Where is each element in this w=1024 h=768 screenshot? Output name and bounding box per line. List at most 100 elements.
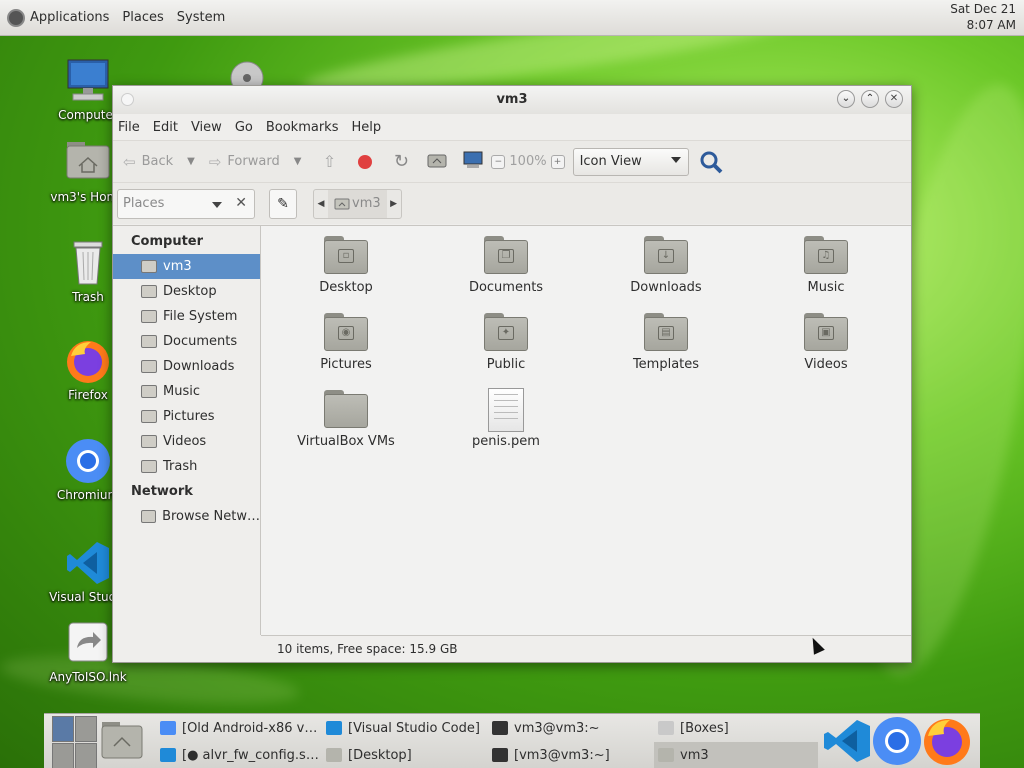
show-desktop-button[interactable] <box>100 720 144 760</box>
sidebar-item-label: File System <box>163 309 238 324</box>
stop-button[interactable] <box>353 150 377 174</box>
breadcrumb-vm3[interactable]: vm3 <box>328 189 387 218</box>
file-item-penis-pem[interactable]: penis.pem <box>426 388 586 467</box>
close-sidebar-icon[interactable]: ✕ <box>235 195 247 211</box>
sidebar-item-desktop[interactable]: Desktop <box>113 279 260 304</box>
window-menu-button[interactable] <box>121 93 134 106</box>
sidebar-item-browse-network[interactable]: Browse Netw… <box>113 504 260 529</box>
menu-go[interactable]: Go <box>235 120 253 135</box>
breadcrumb-right-icon[interactable]: ▶ <box>387 199 401 209</box>
clock-time: 8:07 AM <box>966 18 1016 32</box>
back-history-dropdown-icon[interactable]: ▼ <box>187 156 195 167</box>
sidebar-item-file-system[interactable]: File System <box>113 304 260 329</box>
zoom-in-button[interactable]: + <box>550 154 565 169</box>
chromium-icon <box>873 717 921 765</box>
terminal-icon <box>492 721 508 735</box>
file-item-desktop[interactable]: ▫ Desktop <box>266 236 426 313</box>
zoom-level[interactable]: 100% <box>509 154 546 169</box>
zoom-out-button[interactable]: − <box>491 154 506 169</box>
sidebar-item-pictures[interactable]: Pictures <box>113 404 260 429</box>
file-item-documents[interactable]: ❐ Documents <box>426 236 586 313</box>
sidebar-item-label: Documents <box>163 334 238 349</box>
clock[interactable]: Sat Dec 21 8:07 AM <box>950 1 1016 33</box>
workspace-3[interactable] <box>52 743 74 768</box>
sidebar-places-select[interactable]: Places ✕ <box>117 188 255 219</box>
workspace-1[interactable] <box>52 716 74 742</box>
search-button[interactable] <box>699 150 723 174</box>
sidebar-item-videos[interactable]: Videos <box>113 429 260 454</box>
minimize-button[interactable]: ⌄ <box>837 90 855 108</box>
sidebar-item-vm3[interactable]: vm3 <box>113 254 260 279</box>
folder-icon <box>141 460 157 473</box>
network-icon <box>141 510 157 523</box>
forward-button[interactable]: ⇨ Forward ▼ <box>205 146 306 178</box>
forward-history-dropdown-icon[interactable]: ▼ <box>294 156 302 167</box>
dock-vscode[interactable] <box>822 716 872 766</box>
menu-view[interactable]: View <box>191 120 222 135</box>
folder-icon <box>324 390 368 428</box>
taskbar-button-label: [Old Android-x86 v… <box>182 720 318 736</box>
computer-button[interactable] <box>461 150 485 174</box>
pencil-icon: ✎ <box>277 195 289 212</box>
maximize-button[interactable]: ⌃ <box>861 90 879 108</box>
workspace-4[interactable] <box>75 743 97 768</box>
file-name: VirtualBox VMs <box>297 434 395 449</box>
reload-button[interactable]: ↻ <box>389 150 413 174</box>
back-button[interactable]: ⇦ Back ▼ <box>119 146 199 178</box>
breadcrumb-label: vm3 <box>352 196 381 211</box>
dock-firefox[interactable] <box>922 716 972 766</box>
menu-applications[interactable]: Applications <box>30 10 109 25</box>
chevron-down-icon <box>670 156 681 163</box>
search-icon <box>700 151 722 173</box>
taskbar-button-label: [vm3@vm3:~] <box>514 747 610 763</box>
folder-icon <box>141 310 157 323</box>
taskbar-button[interactable]: [vm3@vm3:~] <box>488 742 652 768</box>
taskbar-button[interactable]: [● alvr_fw_config.s… <box>156 742 320 768</box>
window-titlebar[interactable]: vm3 ⌄ ⌃ ✕ <box>113 86 911 114</box>
file-item-templates[interactable]: ▤ Templates <box>586 313 746 390</box>
toggle-location-entry-button[interactable]: ✎ <box>269 188 297 219</box>
file-item-downloads[interactable]: ↓ Downloads <box>586 236 746 313</box>
text-file-icon <box>488 388 524 432</box>
menu-places[interactable]: Places <box>122 10 163 25</box>
taskbar-button[interactable]: [Boxes] <box>654 715 818 741</box>
view-mode-select[interactable]: Icon View <box>572 147 689 176</box>
taskbar-button[interactable]: [Visual Studio Code] <box>322 715 486 741</box>
dock-chromium[interactable] <box>872 716 922 766</box>
distro-logo-icon[interactable] <box>7 8 25 27</box>
file-item-virtualbox-vms[interactable]: VirtualBox VMs <box>266 390 426 467</box>
workspace-2[interactable] <box>75 716 97 742</box>
taskbar-button[interactable]: vm3@vm3:~ <box>488 715 652 741</box>
shortcut-icon <box>65 620 111 666</box>
computer-icon <box>65 58 111 104</box>
menu-file[interactable]: File <box>118 120 140 135</box>
menu-help[interactable]: Help <box>351 120 381 135</box>
workspace-switcher[interactable] <box>52 716 97 768</box>
disc-icon[interactable] <box>229 60 265 95</box>
menu-system[interactable]: System <box>177 10 225 25</box>
file-name: Templates <box>632 357 700 372</box>
file-item-public[interactable]: ✦ Public <box>426 313 586 390</box>
home-button[interactable] <box>425 150 449 174</box>
taskbar-button[interactable]: [Old Android-x86 v… <box>156 715 320 741</box>
up-button[interactable]: ⇧ <box>317 150 341 174</box>
file-item-pictures[interactable]: ◉ Pictures <box>266 313 426 390</box>
firefox-icon <box>65 338 111 384</box>
folder-icon <box>141 435 157 448</box>
taskbar-button[interactable]: [Desktop] <box>322 742 486 768</box>
sidebar-item-downloads[interactable]: Downloads <box>113 354 260 379</box>
file-item-videos[interactable]: ▣ Videos <box>746 313 906 390</box>
menu-edit[interactable]: Edit <box>153 120 178 135</box>
sidebar-item-music[interactable]: Music <box>113 379 260 404</box>
taskbar-button[interactable]: vm3 <box>654 742 818 768</box>
breadcrumb-left-icon[interactable]: ◀ <box>314 199 328 209</box>
menu-bookmarks[interactable]: Bookmarks <box>266 120 339 135</box>
file-view[interactable]: ▫ Desktop ❐ Documents ↓ Downloads ♫ Music ◉ Pictu… <box>261 226 911 635</box>
file-item-music[interactable]: ♫ Music <box>746 236 906 313</box>
taskbar-button-label: [Desktop] <box>348 747 412 763</box>
music-folder-icon: ♫ <box>804 236 848 274</box>
close-button[interactable]: ✕ <box>885 90 903 108</box>
taskbar: [Old Android-x86 v… [Visual Studio Code] v… <box>44 713 980 768</box>
sidebar-item-trash[interactable]: Trash <box>113 454 260 479</box>
sidebar-item-documents[interactable]: Documents <box>113 329 260 354</box>
